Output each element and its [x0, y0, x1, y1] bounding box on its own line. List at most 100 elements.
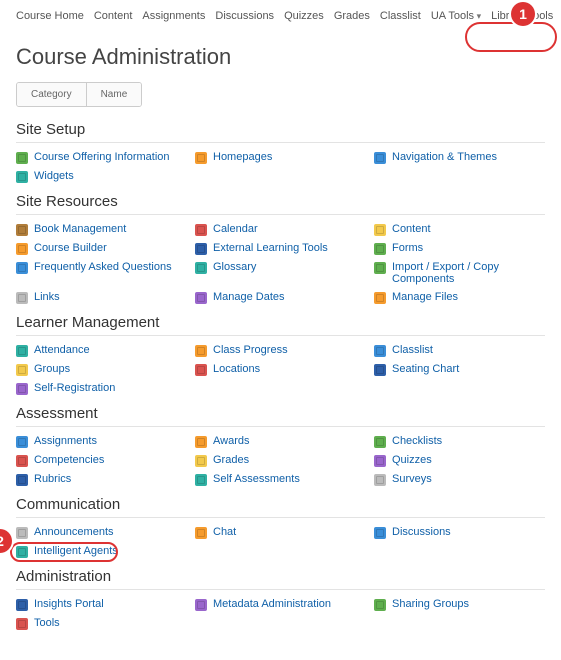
competencies-icon	[16, 455, 28, 467]
nav-course-home[interactable]: Course Home	[16, 10, 84, 22]
link-checklists[interactable]: Checklists	[392, 435, 442, 447]
section-title-site-resources: Site Resources	[16, 193, 545, 210]
nav-discussions[interactable]: Discussions	[215, 10, 274, 22]
admin-link-cell: Locations	[195, 363, 366, 376]
navigation-themes-icon	[374, 152, 386, 164]
link-content[interactable]: Content	[392, 223, 431, 235]
link-surveys[interactable]: Surveys	[392, 473, 432, 485]
external-learning-tools-icon	[195, 243, 207, 255]
link-homepages[interactable]: Homepages	[213, 151, 272, 163]
admin-link-cell	[374, 170, 545, 183]
link-forms[interactable]: Forms	[392, 242, 423, 254]
link-manage-files[interactable]: Manage Files	[392, 291, 458, 303]
admin-link-cell: Checklists	[374, 435, 545, 448]
link-rubrics[interactable]: Rubrics	[34, 473, 71, 485]
admin-link-cell: Course Offering Information	[16, 151, 187, 164]
link-discussions[interactable]: Discussions	[392, 526, 451, 538]
nav-assignments[interactable]: Assignments	[142, 10, 205, 22]
glossary-icon	[195, 262, 207, 274]
link-book-management[interactable]: Book Management	[34, 223, 126, 235]
admin-link-cell: Metadata Administration	[195, 598, 366, 611]
admin-link-cell: Class Progress	[195, 344, 366, 357]
link-class-progress[interactable]: Class Progress	[213, 344, 288, 356]
link-grades[interactable]: Grades	[213, 454, 249, 466]
link-frequently-asked-questions[interactable]: Frequently Asked Questions	[34, 261, 172, 273]
nav-classlist[interactable]: Classlist	[380, 10, 421, 22]
checklists-icon	[374, 436, 386, 448]
link-self-assessments[interactable]: Self Assessments	[213, 473, 300, 485]
admin-link-cell: Homepages	[195, 151, 366, 164]
insights-portal-icon	[16, 599, 28, 611]
nav-content[interactable]: Content	[94, 10, 133, 22]
link-navigation-themes[interactable]: Navigation & Themes	[392, 151, 497, 163]
admin-link-cell: Chat	[195, 526, 366, 539]
admin-link-cell: Attendance	[16, 344, 187, 357]
announcements-icon	[16, 527, 28, 539]
admin-link-cell: Manage Files	[374, 291, 545, 304]
self-registration-icon	[16, 383, 28, 395]
nav-quizzes[interactable]: Quizzes	[284, 10, 324, 22]
link-sharing-groups[interactable]: Sharing Groups	[392, 598, 469, 610]
link-self-registration[interactable]: Self-Registration	[34, 382, 115, 394]
intelligent-agents-icon	[16, 546, 28, 558]
admin-link-cell: Manage Dates	[195, 291, 366, 304]
view-name-button[interactable]: Name	[86, 83, 142, 106]
link-insights-portal[interactable]: Insights Portal	[34, 598, 104, 610]
admin-link-cell: Assignments	[16, 435, 187, 448]
link-calendar[interactable]: Calendar	[213, 223, 258, 235]
chat-icon	[195, 527, 207, 539]
link-metadata-administration[interactable]: Metadata Administration	[213, 598, 331, 610]
link-intelligent-agents[interactable]: Intelligent Agents	[34, 545, 118, 557]
homepages-icon	[195, 152, 207, 164]
link-seating-chart[interactable]: Seating Chart	[392, 363, 459, 375]
nav-ua-tools[interactable]: UA Tools	[431, 10, 481, 22]
admin-link-cell: Tools	[16, 617, 187, 630]
nav-grades[interactable]: Grades	[334, 10, 370, 22]
admin-link-cell	[374, 617, 545, 630]
link-assignments[interactable]: Assignments	[34, 435, 97, 447]
course-offering-information-icon	[16, 152, 28, 164]
tools-icon	[16, 618, 28, 630]
link-course-builder[interactable]: Course Builder	[34, 242, 107, 254]
link-links[interactable]: Links	[34, 291, 60, 303]
groups-icon	[16, 364, 28, 376]
admin-link-cell: Calendar	[195, 223, 366, 236]
link-manage-dates[interactable]: Manage Dates	[213, 291, 285, 303]
admin-link-cell: Frequently Asked Questions	[16, 261, 187, 285]
admin-link-cell: Rubrics	[16, 473, 187, 486]
divider	[16, 214, 545, 215]
link-widgets[interactable]: Widgets	[34, 170, 74, 182]
link-quizzes[interactable]: Quizzes	[392, 454, 432, 466]
admin-link-cell	[195, 617, 366, 630]
link-announcements[interactable]: Announcements	[34, 526, 114, 538]
section-title-site-setup: Site Setup	[16, 121, 545, 138]
link-classlist[interactable]: Classlist	[392, 344, 433, 356]
link-locations[interactable]: Locations	[213, 363, 260, 375]
admin-link-cell: Book Management	[16, 223, 187, 236]
calendar-icon	[195, 224, 207, 236]
link-tools[interactable]: Tools	[34, 617, 60, 629]
link-course-offering-information[interactable]: Course Offering Information	[34, 151, 170, 163]
admin-link-cell: Awards	[195, 435, 366, 448]
link-import-export-copy-components[interactable]: Import / Export / Copy Components	[392, 261, 545, 285]
sections-container: Site Setup Course Offering Information Hom…	[16, 121, 545, 630]
self-assessments-icon	[195, 474, 207, 486]
admin-link-cell: Links	[16, 291, 187, 304]
admin-link-cell: Groups	[16, 363, 187, 376]
view-category-button[interactable]: Category	[17, 83, 86, 106]
link-awards[interactable]: Awards	[213, 435, 249, 447]
section-grid: Book Management Calendar Content Course Bui…	[16, 223, 545, 304]
link-glossary[interactable]: Glossary	[213, 261, 256, 273]
admin-link-cell: Import / Export / Copy Components	[374, 261, 545, 285]
link-external-learning-tools[interactable]: External Learning Tools	[213, 242, 328, 254]
link-chat[interactable]: Chat	[213, 526, 236, 538]
admin-link-cell	[195, 545, 366, 558]
link-attendance[interactable]: Attendance	[34, 344, 90, 356]
admin-link-cell: Navigation & Themes	[374, 151, 545, 164]
admin-link-cell	[195, 170, 366, 183]
annotation-badge-1: 1	[511, 2, 535, 26]
section-grid: Insights Portal Metadata Administration Sh…	[16, 598, 545, 630]
link-competencies[interactable]: Competencies	[34, 454, 104, 466]
section-grid: Course Offering Information Homepages Navi…	[16, 151, 545, 183]
link-groups[interactable]: Groups	[34, 363, 70, 375]
